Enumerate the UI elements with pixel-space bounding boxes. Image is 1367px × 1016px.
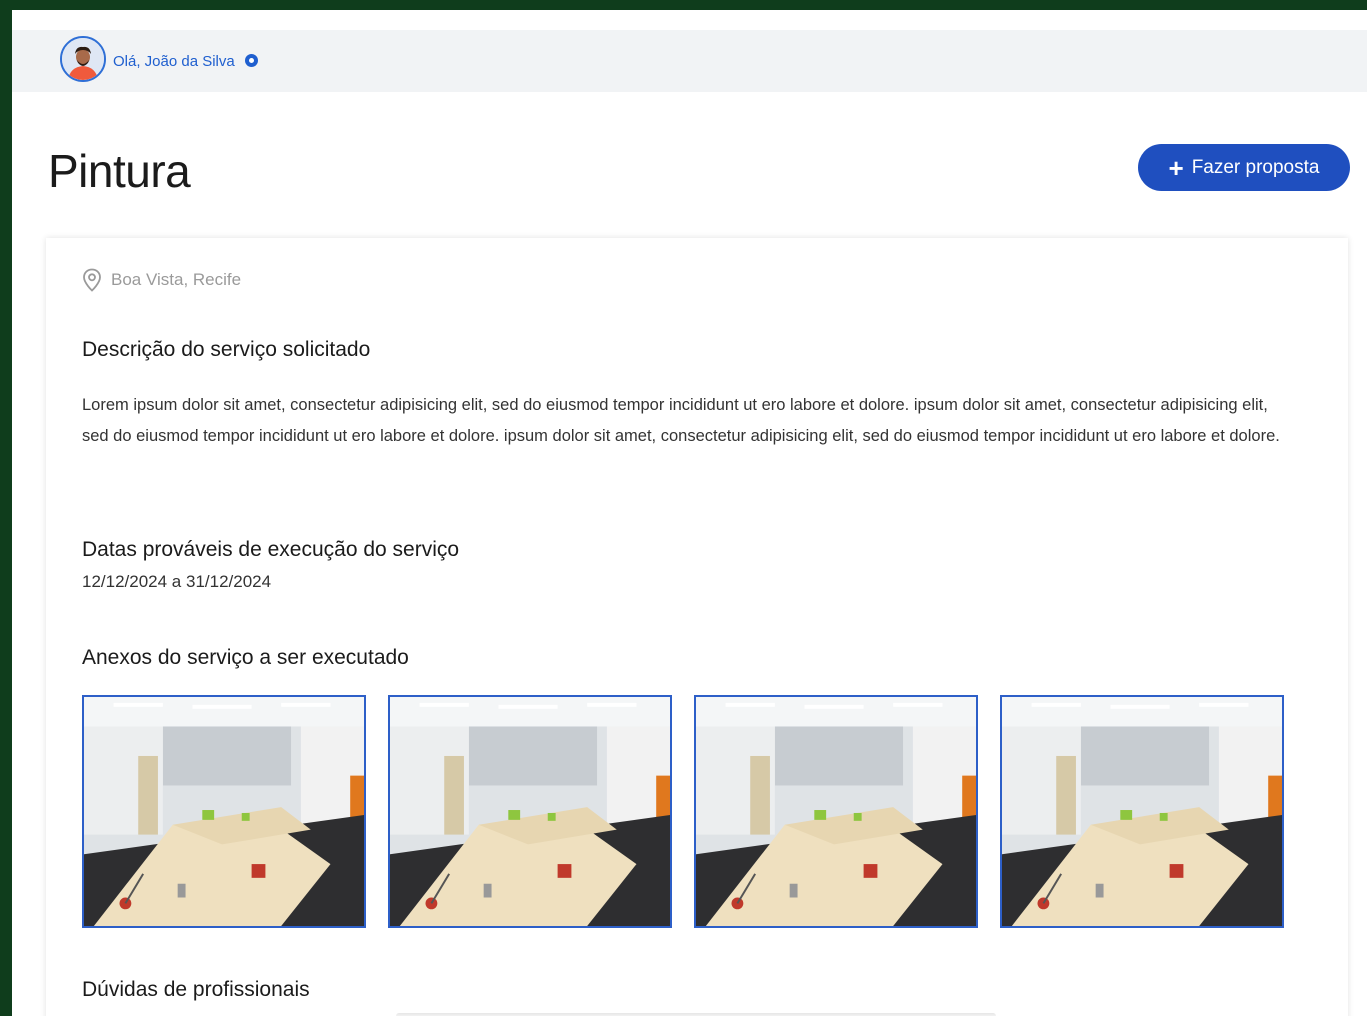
location-text: Boa Vista, Recife	[111, 270, 242, 289]
office-photo-icon	[1002, 697, 1282, 926]
page-title: Pintura	[48, 145, 191, 197]
attachment-image-3[interactable]	[694, 695, 978, 928]
attachment-image-2[interactable]	[388, 695, 672, 928]
dates-text: 12/12/2024 a 31/12/2024	[82, 572, 272, 591]
description-heading: Descrição do serviço solicitado	[82, 338, 371, 361]
plus-icon: +	[1168, 152, 1184, 183]
make-proposal-button[interactable]: + Fazer proposta	[1138, 144, 1350, 191]
description-text: Lorem ipsum dolor sit amet, consectetur …	[82, 396, 1280, 445]
top-bar: Olá, João da Silva	[12, 30, 1367, 92]
attachment-image-4[interactable]	[1000, 695, 1284, 928]
office-photo-icon	[84, 697, 364, 926]
location: Boa Vista, Recife	[82, 268, 241, 292]
attachments-heading: Anexos do serviço a ser executado	[82, 646, 409, 669]
avatar[interactable]	[60, 36, 106, 82]
office-photo-icon	[696, 697, 976, 926]
attachment-image-1[interactable]	[82, 695, 366, 928]
greeting-text[interactable]: Olá, João da Silva	[113, 53, 235, 70]
questions-heading: Dúvidas de profissionais	[82, 978, 310, 1001]
map-pin-icon	[83, 268, 101, 292]
user-avatar-icon	[62, 38, 104, 80]
office-photo-icon	[390, 697, 670, 926]
verified-badge-icon	[245, 54, 258, 67]
attachments-gallery	[82, 695, 1284, 928]
dates-heading: Datas prováveis de execução do serviço	[82, 538, 460, 561]
service-details-card: Boa Vista, Recife Descrição do serviço s…	[46, 238, 1348, 1016]
make-proposal-label: Fazer proposta	[1191, 156, 1320, 178]
app-window: Olá, João da Silva Pintura + Fazer propo…	[12, 10, 1367, 1016]
